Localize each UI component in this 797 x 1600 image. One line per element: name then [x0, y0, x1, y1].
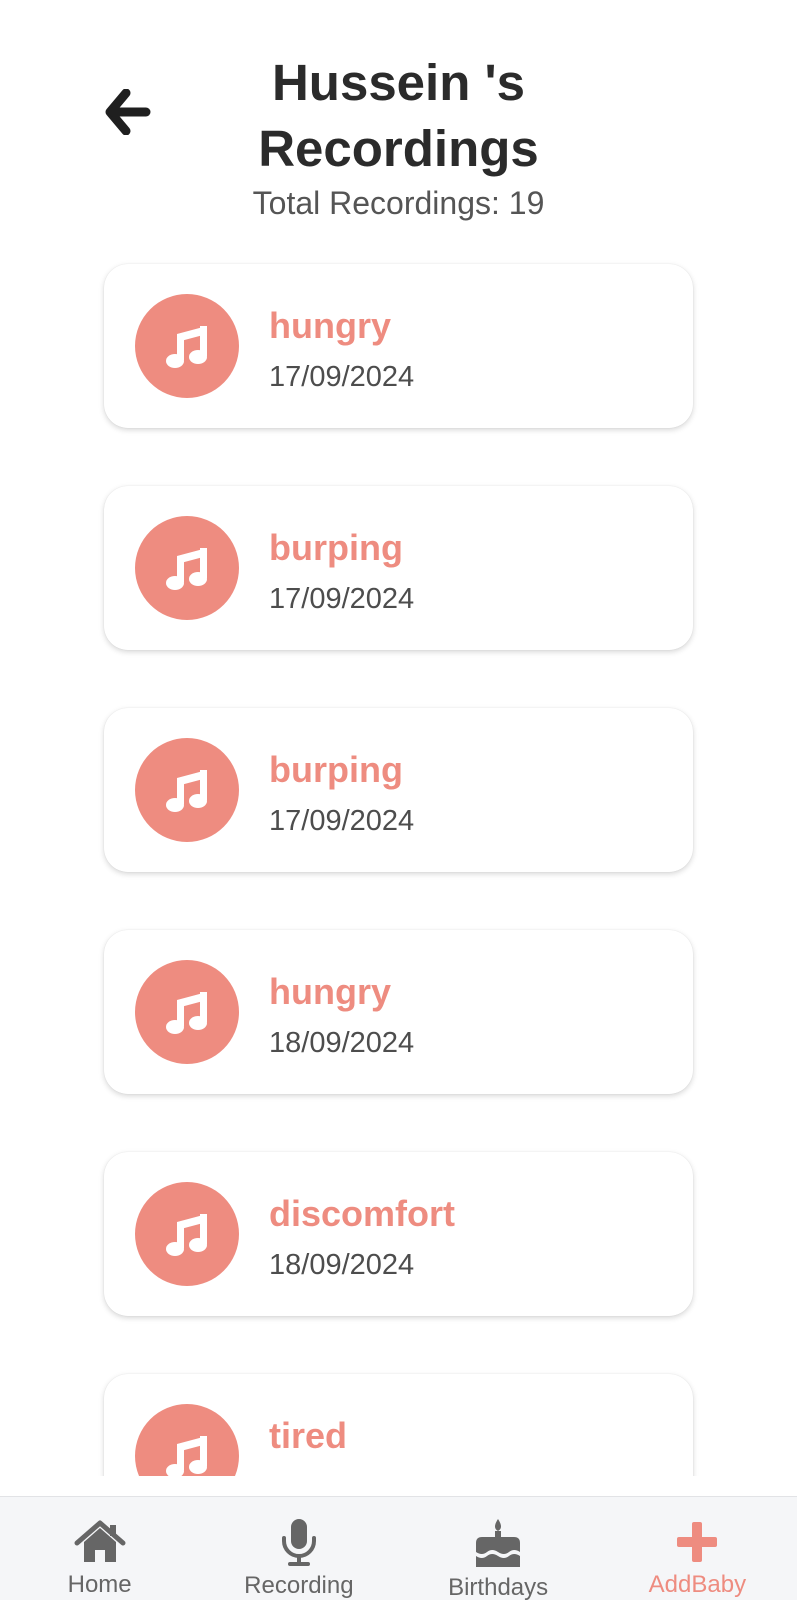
nav-label-home: Home — [67, 1571, 132, 1598]
page-title-line2: Recordings — [258, 120, 539, 177]
recording-avatar — [135, 1404, 239, 1476]
plus-icon — [677, 1521, 718, 1562]
recording-card[interactable]: burping 17/09/2024 — [104, 486, 693, 650]
nav-label-addbaby: AddBaby — [648, 1571, 747, 1598]
recording-avatar — [135, 516, 239, 620]
recording-card[interactable]: discomfort 18/09/2024 — [104, 1152, 693, 1316]
recordings-list[interactable]: hungry 17/09/2024 burping 17/09/2024 bur… — [0, 256, 797, 1476]
page-title-line1: Hussein 's — [271, 54, 526, 111]
page-title: Hussein 's Recordings — [0, 50, 797, 182]
music-note-icon — [166, 326, 207, 368]
nav-item-recording[interactable]: Recording — [199, 1497, 398, 1600]
recording-label: burping — [269, 749, 403, 790]
recording-date: 18/09/2024 — [269, 1027, 415, 1059]
recording-date: 17/09/2024 — [269, 805, 415, 837]
recording-card[interactable]: tired — [104, 1374, 693, 1476]
recording-card[interactable]: burping 17/09/2024 — [104, 708, 693, 872]
recording-label: hungry — [269, 305, 391, 346]
music-note-icon — [166, 1214, 207, 1256]
cake-icon — [476, 1519, 521, 1567]
recording-date: 17/09/2024 — [269, 361, 415, 393]
recording-card[interactable]: hungry 18/09/2024 — [104, 930, 693, 1094]
recording-label: burping — [269, 527, 403, 568]
recording-label: hungry — [269, 971, 391, 1012]
recording-avatar — [135, 294, 239, 398]
bottom-navigation: Home Recording Birthdays AddBaby — [0, 1496, 797, 1600]
recording-card[interactable]: hungry 17/09/2024 — [104, 264, 693, 428]
recording-date: 18/09/2024 — [269, 1249, 415, 1281]
total-recordings-count: Total Recordings: 19 — [252, 185, 545, 221]
recording-date: 17/09/2024 — [269, 583, 415, 615]
home-icon — [74, 1520, 126, 1562]
recording-label: discomfort — [269, 1193, 456, 1234]
recording-avatar — [135, 1182, 239, 1286]
nav-item-home[interactable]: Home — [0, 1497, 199, 1600]
nav-label-birthdays: Birthdays — [448, 1574, 549, 1600]
music-note-icon — [166, 1436, 207, 1476]
music-note-icon — [166, 548, 207, 590]
nav-item-addbaby[interactable]: AddBaby — [598, 1497, 797, 1600]
recordings-screen: Hussein 's Recordings Total Recordings: … — [0, 0, 797, 1600]
music-note-icon — [166, 992, 207, 1034]
nav-label-recording: Recording — [244, 1572, 354, 1599]
nav-item-birthdays[interactable]: Birthdays — [399, 1497, 598, 1600]
recording-avatar — [135, 960, 239, 1064]
recording-label: tired — [269, 1415, 348, 1456]
microphone-icon — [281, 1519, 316, 1566]
recording-avatar — [135, 738, 239, 842]
music-note-icon — [166, 770, 207, 812]
